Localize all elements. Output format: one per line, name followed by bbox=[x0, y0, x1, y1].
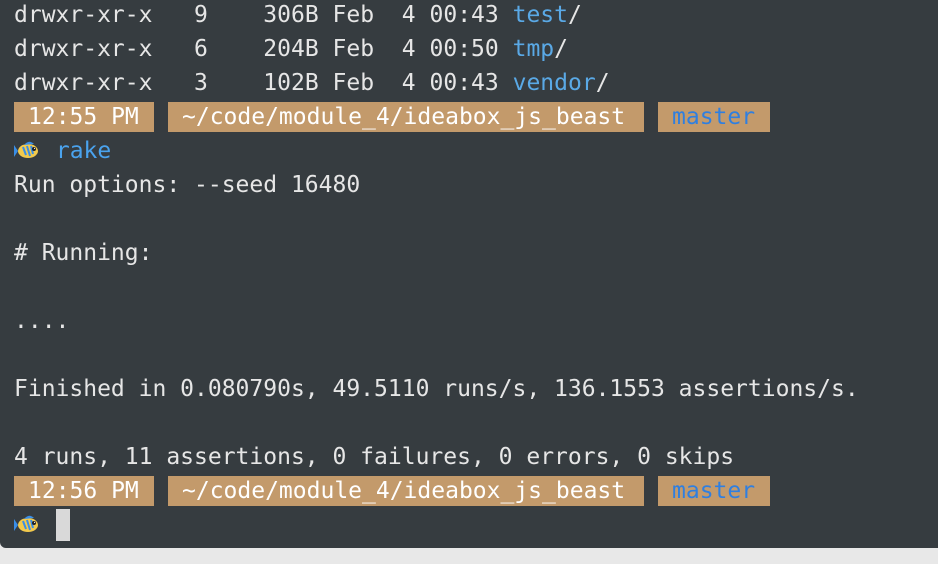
command-line: rake bbox=[14, 136, 111, 166]
terminal-window[interactable]: drwxr-xr-x 9 306B Feb 4 00:43 test/ drwx… bbox=[0, 0, 938, 548]
run-options-line: Run options: --seed 16480 bbox=[14, 172, 361, 198]
size: 102B bbox=[263, 70, 319, 96]
text-cursor[interactable] bbox=[56, 509, 70, 541]
size: 204B bbox=[263, 36, 319, 62]
day: 4 bbox=[401, 2, 416, 28]
path-slash: / bbox=[554, 36, 569, 62]
links: 3 bbox=[194, 70, 208, 96]
listing-row: drwxr-xr-x 6 204B Feb 4 00:50 tmp/ bbox=[14, 34, 568, 64]
prompt-path-segment: ~/code/module_4/ideabox_js_beast bbox=[168, 476, 644, 506]
time: 00:43 bbox=[429, 70, 499, 96]
command-text: rake bbox=[55, 138, 112, 164]
prompt-branch-segment: master bbox=[658, 476, 770, 506]
prompt-branch-segment: master bbox=[658, 102, 770, 132]
perms: drwxr-xr-x bbox=[14, 2, 153, 28]
prompt-time-segment: 12:55 PM bbox=[14, 102, 154, 132]
time: 00:50 bbox=[429, 36, 499, 62]
listing-row: drwxr-xr-x 9 306B Feb 4 00:43 test/ bbox=[14, 0, 582, 30]
time: 00:43 bbox=[429, 2, 499, 28]
month: Feb bbox=[332, 2, 375, 28]
day: 4 bbox=[401, 36, 416, 62]
input-line[interactable] bbox=[14, 510, 42, 540]
path-slash: / bbox=[595, 70, 610, 96]
directory-name: vendor bbox=[512, 70, 596, 96]
fish-icon bbox=[14, 141, 38, 158]
month: Feb bbox=[332, 36, 375, 62]
perms: drwxr-xr-x bbox=[14, 70, 153, 96]
links: 9 bbox=[194, 2, 208, 28]
running-header: # Running: bbox=[14, 240, 153, 266]
progress-dots: .... bbox=[14, 308, 70, 334]
day: 4 bbox=[401, 70, 416, 96]
test-summary: 4 runs, 11 assertions, 0 failures, 0 err… bbox=[14, 444, 735, 470]
fish-icon bbox=[14, 515, 38, 532]
month: Feb bbox=[332, 70, 375, 96]
directory-name: tmp bbox=[512, 36, 555, 62]
prompt-path-segment: ~/code/module_4/ideabox_js_beast bbox=[168, 102, 644, 132]
directory-name: test bbox=[512, 2, 568, 28]
finished-line: Finished in 0.080790s, 49.5110 runs/s, 1… bbox=[14, 376, 859, 402]
prompt-time-segment: 12:56 PM bbox=[14, 476, 154, 506]
size: 306B bbox=[263, 2, 319, 28]
listing-row: drwxr-xr-x 3 102B Feb 4 00:43 vendor/ bbox=[14, 68, 610, 98]
path-slash: / bbox=[568, 2, 582, 28]
links: 6 bbox=[194, 36, 208, 62]
perms: drwxr-xr-x bbox=[14, 36, 153, 62]
